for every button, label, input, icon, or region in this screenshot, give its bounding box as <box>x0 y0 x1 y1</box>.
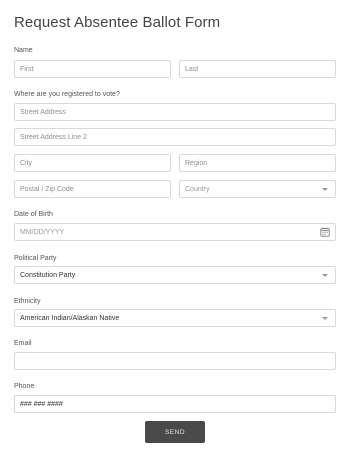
phone-label: Phone <box>14 383 35 390</box>
dob-placeholder: MM/DD/YYYY <box>20 228 65 236</box>
city-field[interactable]: City <box>14 154 171 172</box>
dob-field[interactable]: MM/DD/YYYY <box>14 223 336 241</box>
last-name-field[interactable]: Last <box>179 60 336 78</box>
ethnicity-label: Ethnicity <box>14 298 41 305</box>
ethnicity-selected-value: American Indian/Alaskan Native <box>20 314 120 322</box>
country-select[interactable]: Country <box>179 180 336 198</box>
city-placeholder: City <box>20 159 33 167</box>
party-label: Political Party <box>14 255 57 262</box>
first-name-placeholder: First <box>20 65 34 73</box>
dob-label: Date of Birth <box>14 211 53 218</box>
chevron-down-icon <box>322 274 328 277</box>
party-select[interactable]: Constitution Party <box>14 266 336 284</box>
name-label: Name <box>14 47 33 54</box>
region-placeholder: Region <box>185 159 208 167</box>
email-field[interactable] <box>14 352 336 370</box>
chevron-down-icon <box>322 188 328 191</box>
last-name-placeholder: Last <box>185 65 199 73</box>
street-address-field[interactable]: Street Address <box>14 103 336 121</box>
chevron-down-icon <box>322 317 328 320</box>
country-placeholder: Country <box>185 185 210 193</box>
first-name-field[interactable]: First <box>14 60 171 78</box>
party-selected-value: Constitution Party <box>20 271 76 279</box>
calendar-icon[interactable] <box>320 227 330 237</box>
email-label: Email <box>14 340 32 347</box>
form-title: Request Absentee Ballot Form <box>14 14 221 31</box>
address-label: Where are you registered to vote? <box>14 91 120 98</box>
street-address-placeholder: Street Address <box>20 108 66 116</box>
phone-field[interactable]: ### ### #### <box>14 395 336 413</box>
postal-code-field[interactable]: Postal / Zip Code <box>14 180 171 198</box>
street-address-line2-field[interactable]: Street Address Line 2 <box>14 128 336 146</box>
phone-placeholder: ### ### #### <box>20 400 63 408</box>
ethnicity-select[interactable]: American Indian/Alaskan Native <box>14 309 336 327</box>
street-address-line2-placeholder: Street Address Line 2 <box>20 133 87 141</box>
region-field[interactable]: Region <box>179 154 336 172</box>
send-button[interactable]: SEND <box>145 421 205 443</box>
postal-code-placeholder: Postal / Zip Code <box>20 185 74 193</box>
